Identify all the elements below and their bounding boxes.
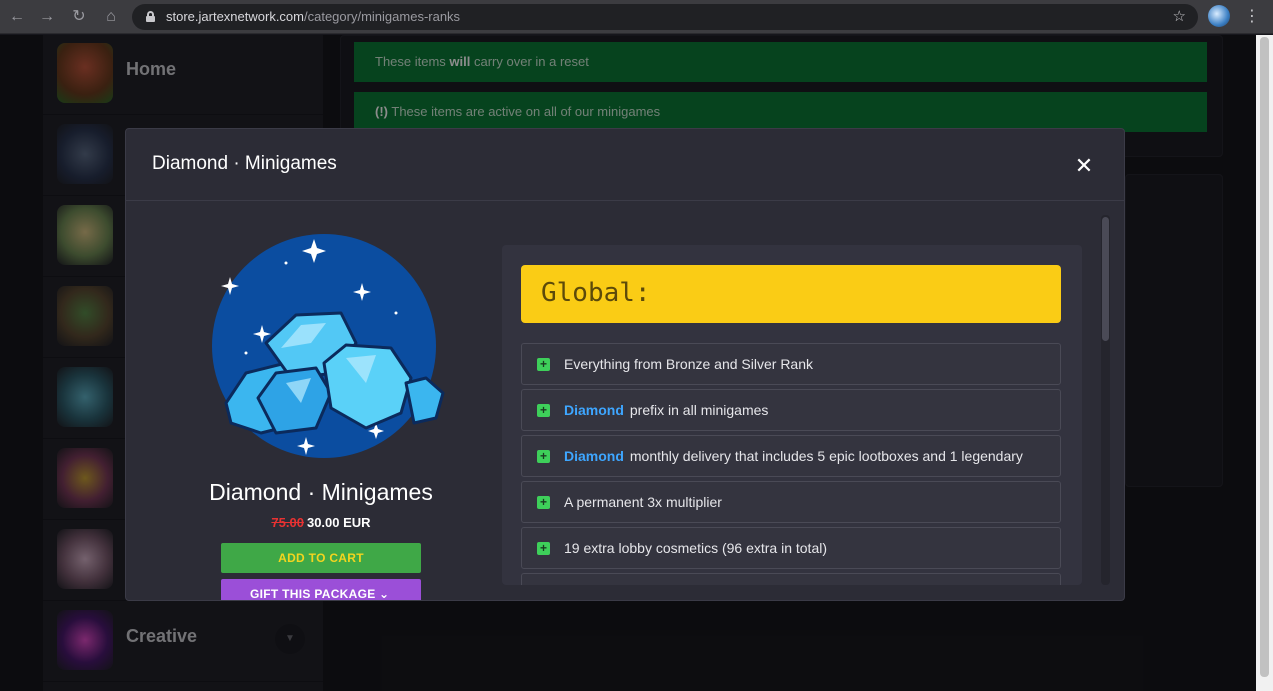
- home-icon[interactable]: ⌂: [100, 6, 122, 28]
- profile-avatar[interactable]: [1208, 5, 1230, 27]
- feature-item: + A permanent 3x multiplier: [521, 481, 1061, 523]
- diamond-package-image: [212, 234, 445, 458]
- bookmark-star-icon[interactable]: ☆: [1173, 4, 1186, 30]
- browser-toolbar: ← → ↻ ⌂ store.jartexnetwork.com/category…: [0, 0, 1273, 34]
- reload-icon[interactable]: ↻: [68, 6, 90, 28]
- lock-icon: [146, 11, 155, 22]
- feature-item: + Diamond monthly delivery that includes …: [521, 435, 1061, 477]
- plus-icon: +: [537, 496, 550, 509]
- gift-package-button[interactable]: GIFT THIS PACKAGE ⌄: [221, 579, 421, 601]
- section-title: Global:: [541, 278, 651, 308]
- add-to-cart-button[interactable]: ADD TO CART: [221, 543, 421, 573]
- package-price: 75.00 30.00 EUR: [126, 515, 516, 530]
- modal-title: Diamond · Minigames: [152, 153, 337, 174]
- package-modal: Diamond · Minigames ✕ Diamond · Minigame…: [125, 128, 1125, 601]
- old-price: 75.00: [271, 515, 304, 530]
- feature-item: + Everything from Bronze and Silver Rank: [521, 343, 1061, 385]
- menu-kebab-icon[interactable]: ⋮: [1244, 6, 1260, 28]
- url-text[interactable]: store.jartexnetwork.com/category/minigam…: [166, 4, 460, 30]
- current-price: 30.00 EUR: [306, 515, 371, 530]
- address-bar[interactable]: store.jartexnetwork.com/category/minigam…: [132, 4, 1198, 30]
- plus-icon: +: [537, 542, 550, 555]
- close-icon[interactable]: ✕: [1071, 153, 1097, 179]
- page-scrollbar[interactable]: [1256, 35, 1273, 691]
- feature-item: + Diamond prefix in all minigames: [521, 389, 1061, 431]
- modal-header: Diamond · Minigames ✕: [126, 129, 1124, 201]
- plus-icon: +: [537, 450, 550, 463]
- plus-icon: +: [537, 404, 550, 417]
- plus-icon: +: [537, 358, 550, 371]
- arrow-right-icon[interactable]: →: [36, 6, 58, 28]
- arrow-left-icon[interactable]: ←: [6, 6, 28, 28]
- chevron-down-icon: ⌄: [379, 587, 390, 601]
- section-banner: Global:: [521, 265, 1061, 323]
- feature-item: [521, 573, 1061, 585]
- url-host: store.jartexnetwork.com: [166, 9, 304, 24]
- modal-scrollbar[interactable]: [1101, 215, 1110, 585]
- url-path: /category/minigames-ranks: [304, 9, 461, 24]
- package-description: Global: + Everything from Bronze and Sil…: [502, 245, 1082, 585]
- gift-label: GIFT THIS PACKAGE: [250, 587, 376, 601]
- feature-item: + 19 extra lobby cosmetics (96 extra in …: [521, 527, 1061, 569]
- package-name: Diamond · Minigames: [209, 479, 433, 505]
